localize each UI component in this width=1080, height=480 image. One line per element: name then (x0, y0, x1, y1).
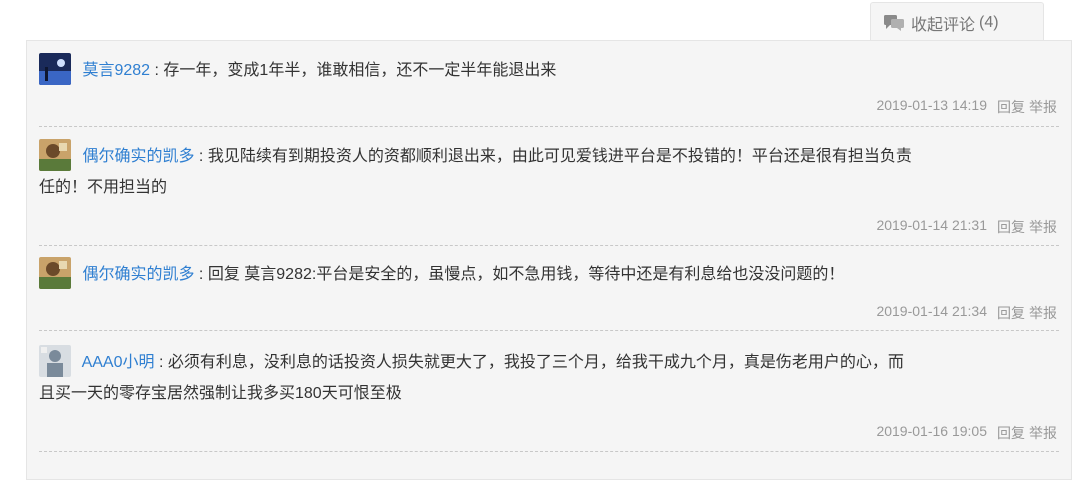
comment-username[interactable]: AAA0小明 (82, 354, 155, 371)
comment-meta: 2019-01-16 19:05 回复 举报 (876, 423, 1057, 443)
reply-link[interactable]: 回复 (997, 97, 1025, 117)
avatar[interactable] (39, 345, 71, 377)
comment-timestamp: 2019-01-14 21:34 (876, 303, 987, 319)
avatar[interactable] (39, 257, 71, 289)
username-separator: : (198, 148, 204, 166)
comment-meta: 2019-01-14 21:34 回复 举报 (876, 303, 1057, 323)
comment-meta: 2019-01-13 14:19 回复 举报 (876, 97, 1057, 117)
comment-timestamp: 2019-01-14 21:31 (876, 217, 987, 233)
comment-divider (39, 451, 1059, 452)
comment-timestamp: 2019-01-16 19:05 (876, 423, 987, 439)
comment-item: 偶尔确实的凯多 : 我见陆续有到期投资人的资都顺利退出来，由此可见爱钱进平台是不… (39, 139, 1059, 203)
comment-count: (4) (979, 13, 999, 31)
comment-text: 存一年，变成1年半，谁敢相信，还不一定半年能退出来 (163, 62, 557, 80)
comment-divider (39, 245, 1059, 246)
username-separator: : (198, 266, 204, 284)
comment-meta: 2019-01-14 21:31 回复 举报 (876, 217, 1057, 237)
collapse-comments-label: 收起评论 (911, 16, 976, 34)
username-separator: : (158, 354, 164, 372)
comment-item: 偶尔确实的凯多 : 回复 莫言9282:平台是安全的，虽慢点，如不急用钱，等待中… (39, 257, 1059, 291)
comment-text-continued: 任的！不用担当的 (39, 179, 168, 196)
reply-link[interactable]: 回复 (997, 423, 1025, 443)
comment-username[interactable]: 莫言9282 (82, 62, 150, 79)
report-link[interactable]: 举报 (1029, 423, 1057, 443)
comment-divider (39, 330, 1059, 331)
comment-text: 回复 莫言9282:平台是安全的，虽慢点，如不急用钱，等待中还是有利息给也没没问… (207, 266, 845, 284)
comment-item: 莫言9282 : 存一年，变成1年半，谁敢相信，还不一定半年能退出来 (39, 53, 1059, 87)
comment-text-continued: 且买一天的零存宝居然强制让我多买180天可恨至极 (39, 385, 402, 402)
comment-divider (39, 126, 1059, 127)
comment-text: 必须有利息，没利息的话投资人损失就更大了，我投了三个月，给我干成九个月，真是伤老… (167, 354, 904, 372)
comment-username[interactable]: 偶尔确实的凯多 (82, 266, 194, 283)
comment-timestamp: 2019-01-13 14:19 (876, 97, 987, 113)
comment-item: AAA0小明 : 必须有利息，没利息的话投资人损失就更大了，我投了三个月，给我干… (39, 345, 1059, 409)
comment-username[interactable]: 偶尔确实的凯多 (82, 148, 194, 165)
report-link[interactable]: 举报 (1029, 217, 1057, 237)
avatar[interactable] (39, 53, 71, 85)
comment-text: 我见陆续有到期投资人的资都顺利退出来，由此可见爱钱进平台是不投错的！平台还是很有… (207, 148, 912, 166)
reply-link[interactable]: 回复 (997, 217, 1025, 237)
username-separator: : (154, 62, 159, 80)
reply-link[interactable]: 回复 (997, 303, 1025, 323)
comments-panel: 莫言9282 : 存一年，变成1年半，谁敢相信，还不一定半年能退出来 2019-… (26, 40, 1072, 480)
report-link[interactable]: 举报 (1029, 303, 1057, 323)
collapse-comments-toggle[interactable]: 收起评论 (4) (870, 2, 1044, 42)
avatar[interactable] (39, 139, 71, 171)
chat-bubbles-icon (884, 14, 904, 31)
report-link[interactable]: 举报 (1029, 97, 1057, 117)
